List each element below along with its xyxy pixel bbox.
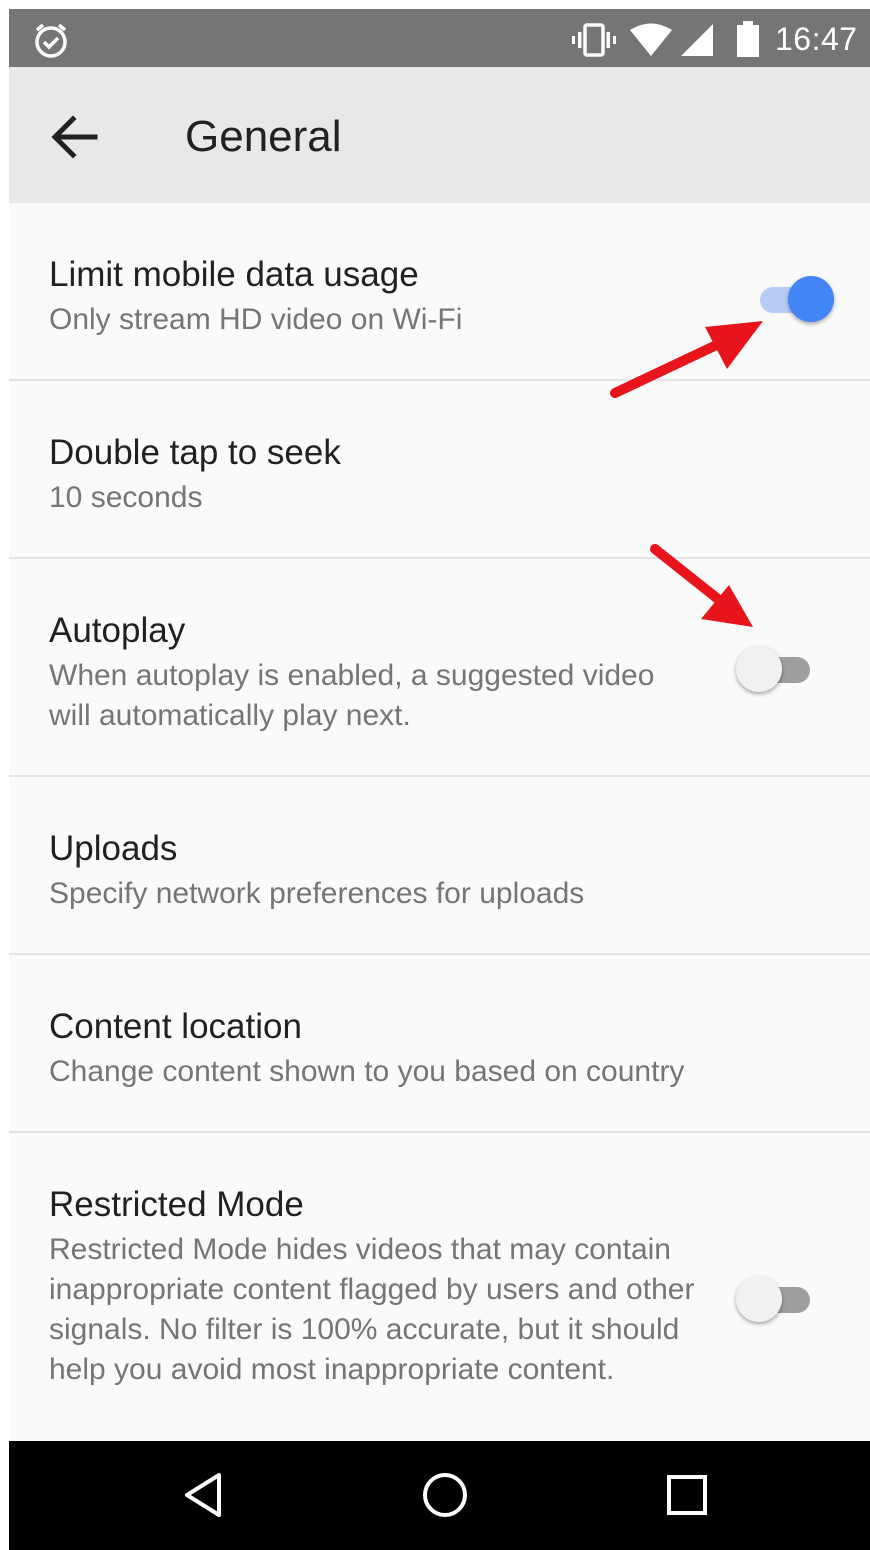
setting-description: Specify network preferences for uploads <box>49 877 585 910</box>
alarm-icon <box>35 23 67 58</box>
setting-restricted-mode[interactable]: Restricted Mode Restricted Mode hides vi… <box>9 1133 870 1453</box>
wifi-icon <box>630 23 672 56</box>
back-triangle-icon[interactable] <box>179 1469 231 1521</box>
setting-uploads[interactable]: Uploads Specify network preferences for … <box>9 777 870 955</box>
battery-icon <box>737 21 759 57</box>
toggle-thumb <box>788 276 834 322</box>
settings-list: Limit mobile data usage Only stream HD v… <box>9 203 870 1453</box>
recents-square-icon[interactable] <box>661 1469 713 1521</box>
setting-title: Limit mobile data usage <box>49 255 419 294</box>
setting-title: Uploads <box>49 829 178 868</box>
toggle-thumb <box>736 1276 782 1322</box>
setting-description: Only stream HD video on Wi-Fi <box>49 303 463 336</box>
setting-title: Double tap to seek <box>49 433 341 472</box>
setting-title: Content location <box>49 1007 302 1046</box>
setting-title: Autoplay <box>49 611 186 650</box>
vibrate-icon <box>572 23 616 57</box>
page-title: General <box>185 112 342 161</box>
setting-limit-mobile-data[interactable]: Limit mobile data usage Only stream HD v… <box>9 203 870 381</box>
limit-mobile-data-toggle[interactable] <box>754 275 834 323</box>
setting-description: Change content shown to you based on cou… <box>49 1055 685 1088</box>
status-bar: 16:47 <box>9 9 870 67</box>
status-clock: 16:47 <box>775 21 858 57</box>
navigation-bar <box>9 1441 870 1550</box>
setting-title: Restricted Mode <box>49 1185 304 1224</box>
setting-description: When autoplay is enabled, a suggested vi… <box>49 659 655 732</box>
restricted-mode-toggle[interactable] <box>736 1275 816 1323</box>
setting-content-location[interactable]: Content location Change content shown to… <box>9 955 870 1133</box>
signal-icon <box>681 24 713 56</box>
setting-description: 10 seconds <box>49 481 203 514</box>
home-circle-icon[interactable] <box>419 1469 471 1521</box>
arrow-back-icon[interactable] <box>43 105 107 169</box>
phone-screen: 16:47 General Limit mobile data usage On… <box>9 9 870 1550</box>
setting-double-tap-seek[interactable]: Double tap to seek 10 seconds <box>9 381 870 559</box>
app-bar: General <box>9 67 870 203</box>
autoplay-toggle[interactable] <box>736 645 816 693</box>
setting-autoplay[interactable]: Autoplay When autoplay is enabled, a sug… <box>9 559 870 777</box>
toggle-thumb <box>736 646 782 692</box>
setting-description: Restricted Mode hides videos that may co… <box>49 1233 695 1386</box>
